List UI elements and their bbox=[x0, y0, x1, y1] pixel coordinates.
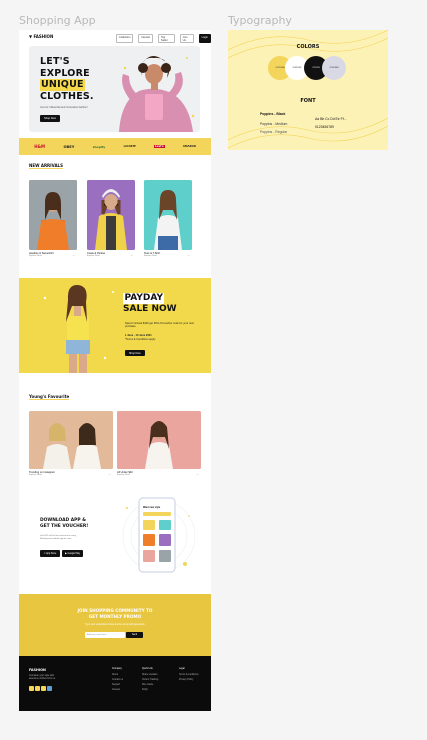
instagram-icon[interactable] bbox=[41, 686, 46, 691]
hero-shop-now-button[interactable]: Shop Now bbox=[40, 115, 60, 122]
footer-logo[interactable]: FASHION bbox=[29, 668, 46, 672]
linkedin-icon[interactable] bbox=[47, 686, 52, 691]
email-input[interactable]: Add your email here bbox=[85, 632, 125, 638]
favourite-image bbox=[117, 411, 201, 469]
footer-link-contact[interactable]: Contact us bbox=[112, 679, 123, 681]
arrow-right-icon[interactable]: → bbox=[108, 472, 111, 476]
footer: FASHION Complete your style with awesome… bbox=[19, 656, 211, 711]
product-sub: Explore Now! bbox=[29, 255, 43, 257]
payday-dates: 1 June - 10 June 2021 bbox=[125, 334, 152, 337]
footer-link-location[interactable]: Share Location bbox=[142, 674, 157, 676]
youngs-favourite-title: Young's Favourite bbox=[29, 394, 70, 400]
footer-link-orders[interactable]: Orders Tracking bbox=[142, 679, 158, 681]
brand-levis[interactable]: Levi's bbox=[154, 145, 165, 148]
nav-collection[interactable]: Collection bbox=[116, 34, 134, 44]
product-card-tees[interactable]: Tees & T-Shirt Explore Now! → bbox=[144, 180, 192, 257]
digit-sample: 0123456789 bbox=[315, 125, 334, 129]
payday-sale-banner: PAYDAY SALE NOW Spend minimal $100 get 3… bbox=[19, 278, 211, 373]
brand-hm[interactable]: H&M bbox=[34, 144, 45, 149]
arrow-right-icon[interactable]: → bbox=[187, 253, 190, 257]
font-title: FONT bbox=[300, 98, 316, 104]
arrow-right-icon[interactable]: → bbox=[196, 472, 199, 476]
footer-link-faqs[interactable]: FAQs bbox=[142, 689, 148, 691]
google-play-button[interactable]: ▶ Google Play bbox=[62, 550, 83, 557]
product-sub: Explore Now! bbox=[87, 255, 101, 257]
hero-banner: LET'S EXPLORE UNIQUE CLOTHES. Live for I… bbox=[29, 46, 200, 132]
footer-col1-title: Company bbox=[112, 668, 122, 670]
brand-lacoste[interactable]: LACOSTE bbox=[124, 145, 136, 148]
favourite-image bbox=[29, 411, 113, 469]
product-image bbox=[29, 180, 77, 250]
nav-join-us[interactable]: Join Us bbox=[179, 34, 194, 44]
product-card-coats[interactable]: Coats & Parkas Explore Now! → bbox=[87, 180, 135, 257]
footer-link-size[interactable]: Size Guide bbox=[142, 684, 153, 686]
send-button[interactable]: Send bbox=[126, 632, 143, 638]
community-description: Type your email down below and be young … bbox=[85, 624, 145, 626]
favourite-sub: Explore Now! bbox=[29, 474, 43, 476]
favourite-card-trending[interactable]: Trending on instagram Explore Now! → bbox=[29, 411, 113, 476]
brand-logo[interactable]: ▼ FASHION bbox=[29, 34, 53, 39]
new-arrivals-title: NEW ARRIVALS bbox=[29, 163, 63, 169]
brand-shopify[interactable]: shopify bbox=[93, 145, 105, 149]
footer-col3-title: Legal bbox=[179, 668, 185, 670]
app-frame-label[interactable]: Shopping App bbox=[19, 14, 96, 27]
footer-link-about[interactable]: About bbox=[112, 674, 118, 676]
download-title: DOWNLOAD APP & GET THE VOUCHER! bbox=[40, 518, 89, 529]
brand-amazon[interactable]: AMAZON bbox=[183, 145, 196, 148]
community-title: JOIN SHOPPING COMMUNITY TO GET MONTHLY PR… bbox=[77, 608, 153, 619]
product-card-hoodies[interactable]: Hoodies & Sweetshirt Explore Now! → bbox=[29, 180, 77, 257]
brand-obey[interactable]: OBEY bbox=[63, 145, 74, 149]
font-regular-sample: Poppins - Regular bbox=[260, 130, 288, 134]
glyph-sample: Aa Bb Cc Dd Ee Ff... bbox=[315, 117, 347, 121]
social-icons bbox=[29, 686, 52, 691]
payday-title: PAYDAY SALE NOW bbox=[123, 293, 177, 314]
colors-title: COLORS bbox=[296, 44, 320, 50]
swatch-gray[interactable]: #D9D9E6 bbox=[322, 56, 346, 80]
design-canvas: Shopping App Typography ▼ FASHION Collec… bbox=[0, 0, 427, 740]
typography-frame[interactable]: COLORS #F2D55A #FFFFFF #111111 #D9D9E6 F… bbox=[228, 30, 388, 150]
community-section: JOIN SHOPPING COMMUNITY TO GET MONTHLY PR… bbox=[19, 594, 211, 656]
brand-strip: H&M OBEY shopify LACOSTE Levi's AMAZON bbox=[19, 138, 211, 155]
product-sub: Explore Now! bbox=[144, 255, 158, 257]
nav-login-button[interactable]: Login bbox=[198, 34, 211, 44]
twitter-icon[interactable] bbox=[35, 686, 40, 691]
font-medium-sample: Poppins - Medium bbox=[260, 122, 288, 126]
nav-top-seller[interactable]: Top Seller bbox=[158, 34, 175, 44]
arrow-right-icon[interactable]: → bbox=[130, 253, 133, 257]
product-image bbox=[144, 180, 192, 250]
footer-link-privacy[interactable]: Privacy Policy bbox=[179, 679, 193, 681]
product-image bbox=[87, 180, 135, 250]
footer-tagline: Complete your style with awesome clothes… bbox=[29, 675, 56, 680]
hero-title: LET'S EXPLORE UNIQUE CLOTHES. bbox=[40, 56, 94, 102]
font-black-sample: Poppins - Black bbox=[260, 112, 286, 116]
phone-heading: Want new style bbox=[143, 506, 161, 509]
nav-interest[interactable]: Interest bbox=[138, 34, 154, 44]
footer-link-terms[interactable]: Terms & conditions bbox=[179, 674, 198, 676]
download-description: Get 30% off for first transaction using … bbox=[40, 535, 76, 540]
footer-link-careers[interactable]: Careers bbox=[112, 689, 120, 691]
phone-mockup-image: Want new style bbox=[122, 497, 196, 573]
hero-model-image bbox=[119, 56, 195, 132]
favourite-card-under-40[interactable]: All Under $40 Explore Now! → bbox=[117, 411, 201, 476]
payday-terms: *Terms & Conditions apply bbox=[125, 338, 156, 341]
arrow-right-icon[interactable]: → bbox=[72, 253, 75, 257]
favourite-sub: Explore Now! bbox=[117, 474, 131, 476]
shopping-app-frame[interactable]: ▼ FASHION Collection Interest Top Seller… bbox=[19, 30, 211, 711]
footer-link-support[interactable]: Support bbox=[112, 684, 120, 686]
footer-col2-title: Quick Link bbox=[142, 668, 153, 670]
payday-description: Spend minimal $100 get 30% off voucher c… bbox=[125, 322, 194, 329]
nav-links: Collection Interest Top Seller Join Us L… bbox=[116, 34, 211, 44]
payday-model-image bbox=[43, 284, 114, 373]
facebook-icon[interactable] bbox=[29, 686, 34, 691]
payday-shop-now-button[interactable]: Shop Now bbox=[125, 350, 145, 357]
hero-subtitle: Live for Influential and Innovative fash… bbox=[40, 106, 88, 109]
typography-frame-label[interactable]: Typography bbox=[228, 14, 292, 27]
app-store-button[interactable]:  App Store bbox=[40, 550, 60, 557]
